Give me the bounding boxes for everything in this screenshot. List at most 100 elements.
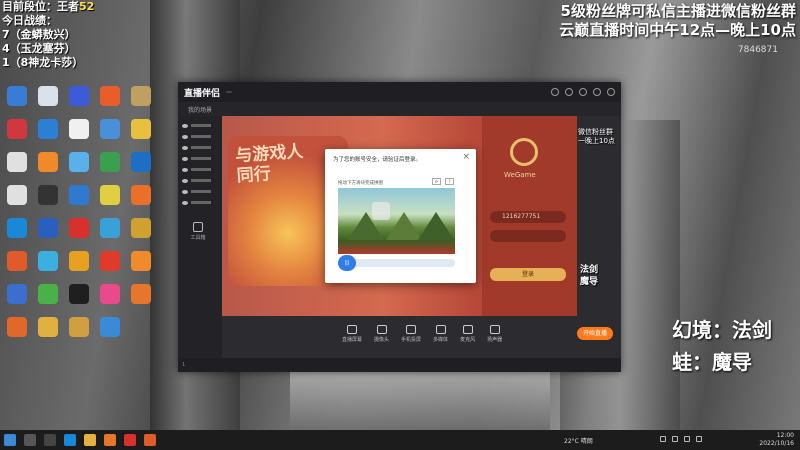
desktop-icon[interactable] xyxy=(95,251,125,272)
weather[interactable]: 22°C 晴朗 xyxy=(564,436,593,445)
eye-icon[interactable] xyxy=(182,123,188,128)
source-name xyxy=(191,146,211,149)
desktop-icon[interactable] xyxy=(33,251,63,272)
start-live-button[interactable]: 开始直播 xyxy=(577,327,613,340)
desktop-icon[interactable] xyxy=(64,251,94,272)
desktop-icon[interactable] xyxy=(33,317,63,338)
eye-icon[interactable] xyxy=(182,189,188,194)
message-icon[interactable] xyxy=(565,88,573,96)
desktop-icon[interactable] xyxy=(2,152,32,173)
desktop-icon[interactable] xyxy=(33,86,63,107)
desktop-icon[interactable] xyxy=(64,119,94,140)
mic-button[interactable]: 麦克风 xyxy=(460,325,475,343)
source-row[interactable] xyxy=(182,197,220,208)
desktop-icon[interactable] xyxy=(126,86,156,107)
volume-icon[interactable] xyxy=(684,436,690,442)
toolbar-label: 多媒体 xyxy=(433,337,449,343)
start-icon[interactable] xyxy=(4,434,16,446)
desktop-icon[interactable] xyxy=(64,317,94,338)
eye-icon[interactable] xyxy=(182,200,188,205)
phone-cast-button[interactable]: 手机投屏 xyxy=(401,325,421,343)
clock[interactable]: 12:00 2022/10/16 xyxy=(759,432,794,448)
desktop-icon[interactable] xyxy=(64,86,94,107)
source-row[interactable] xyxy=(182,142,220,153)
clock-time: 12:00 xyxy=(776,432,794,439)
eye-icon[interactable] xyxy=(182,134,188,139)
scene-tab[interactable]: 我的场景 xyxy=(188,105,212,114)
tray-icon[interactable] xyxy=(660,436,666,442)
speaker-button[interactable]: 扬声器 xyxy=(487,325,502,343)
live-app-icon[interactable] xyxy=(124,434,136,446)
app-shortcut-icon xyxy=(7,152,27,172)
toolbox-button[interactable]: 工具箱 xyxy=(188,222,208,241)
desktop-icon[interactable] xyxy=(126,185,156,206)
refresh-icon[interactable]: ⟳ xyxy=(432,178,441,185)
desktop-icon[interactable] xyxy=(126,152,156,173)
desktop-icon[interactable] xyxy=(95,284,125,305)
desktop-icon[interactable] xyxy=(33,185,63,206)
desktop-icon[interactable] xyxy=(33,119,63,140)
minimize-icon[interactable] xyxy=(593,88,601,96)
desktop-icon[interactable] xyxy=(126,119,156,140)
desktop-icon[interactable] xyxy=(33,284,63,305)
user-icon[interactable] xyxy=(579,88,587,96)
app-shortcut-icon xyxy=(131,185,151,205)
desktop-icon[interactable] xyxy=(2,317,32,338)
desktop-icon[interactable] xyxy=(64,218,94,239)
ime-icon[interactable] xyxy=(696,436,702,442)
live-mode-button[interactable]: 直播屏幕 xyxy=(342,325,362,343)
eye-icon[interactable] xyxy=(182,167,188,172)
desktop-icon[interactable] xyxy=(33,218,63,239)
source-row[interactable] xyxy=(182,131,220,142)
toolbar-label: 摄像头 xyxy=(374,337,390,343)
desktop-icon[interactable] xyxy=(2,284,32,305)
app-titlebar[interactable]: 直播伴侣 xyxy=(178,82,621,102)
desktop-icon[interactable] xyxy=(126,251,156,272)
network-icon[interactable] xyxy=(672,436,678,442)
game-app-icon[interactable] xyxy=(144,434,156,446)
app-icon[interactable] xyxy=(104,434,116,446)
desktop-icon[interactable] xyxy=(95,317,125,338)
desktop-icon[interactable] xyxy=(2,251,32,272)
wegame-login-button[interactable]: 登录 xyxy=(490,268,566,281)
desktop-icon[interactable] xyxy=(95,86,125,107)
desktop-icon[interactable] xyxy=(2,119,32,140)
desktop-icon[interactable] xyxy=(95,152,125,173)
eye-icon[interactable] xyxy=(182,156,188,161)
source-row[interactable] xyxy=(182,186,220,197)
chrome-icon[interactable] xyxy=(84,434,96,446)
desktop-icon[interactable] xyxy=(64,284,94,305)
desktop-icon[interactable] xyxy=(95,119,125,140)
desktop-icon[interactable] xyxy=(126,284,156,305)
settings-icon[interactable] xyxy=(551,88,559,96)
password-field[interactable] xyxy=(490,230,566,242)
desktop-icon[interactable] xyxy=(95,185,125,206)
account-field[interactable]: 1216277751 xyxy=(490,211,566,223)
desktop-icon[interactable] xyxy=(2,218,32,239)
desktop-icon[interactable] xyxy=(126,218,156,239)
desktop-icon[interactable] xyxy=(33,152,63,173)
source-row[interactable] xyxy=(182,164,220,175)
desktop-icon[interactable] xyxy=(2,185,32,206)
source-row[interactable] xyxy=(182,120,220,131)
close-icon[interactable] xyxy=(607,88,615,96)
search-icon[interactable] xyxy=(24,434,36,446)
source-row[interactable] xyxy=(182,153,220,164)
camera-button[interactable]: 摄像头 xyxy=(374,325,389,343)
desktop-icon[interactable] xyxy=(64,185,94,206)
eye-icon[interactable] xyxy=(182,178,188,183)
app-shortcut-icon xyxy=(100,218,120,238)
app-logo: 直播伴侣 xyxy=(184,88,221,99)
edge-icon[interactable] xyxy=(64,434,76,446)
close-icon[interactable]: × xyxy=(462,152,470,162)
task-view-icon[interactable] xyxy=(44,434,56,446)
source-row[interactable] xyxy=(182,175,220,186)
captcha-slider-handle[interactable]: ||| xyxy=(338,255,356,271)
feedback-icon[interactable]: ? xyxy=(445,178,454,185)
desktop-icon[interactable] xyxy=(95,218,125,239)
multi-stream-button[interactable]: 多媒体 xyxy=(433,325,448,343)
desktop-icon[interactable] xyxy=(2,86,32,107)
puzzle-piece xyxy=(372,202,390,220)
eye-icon[interactable] xyxy=(182,145,188,150)
desktop-icon[interactable] xyxy=(64,152,94,173)
